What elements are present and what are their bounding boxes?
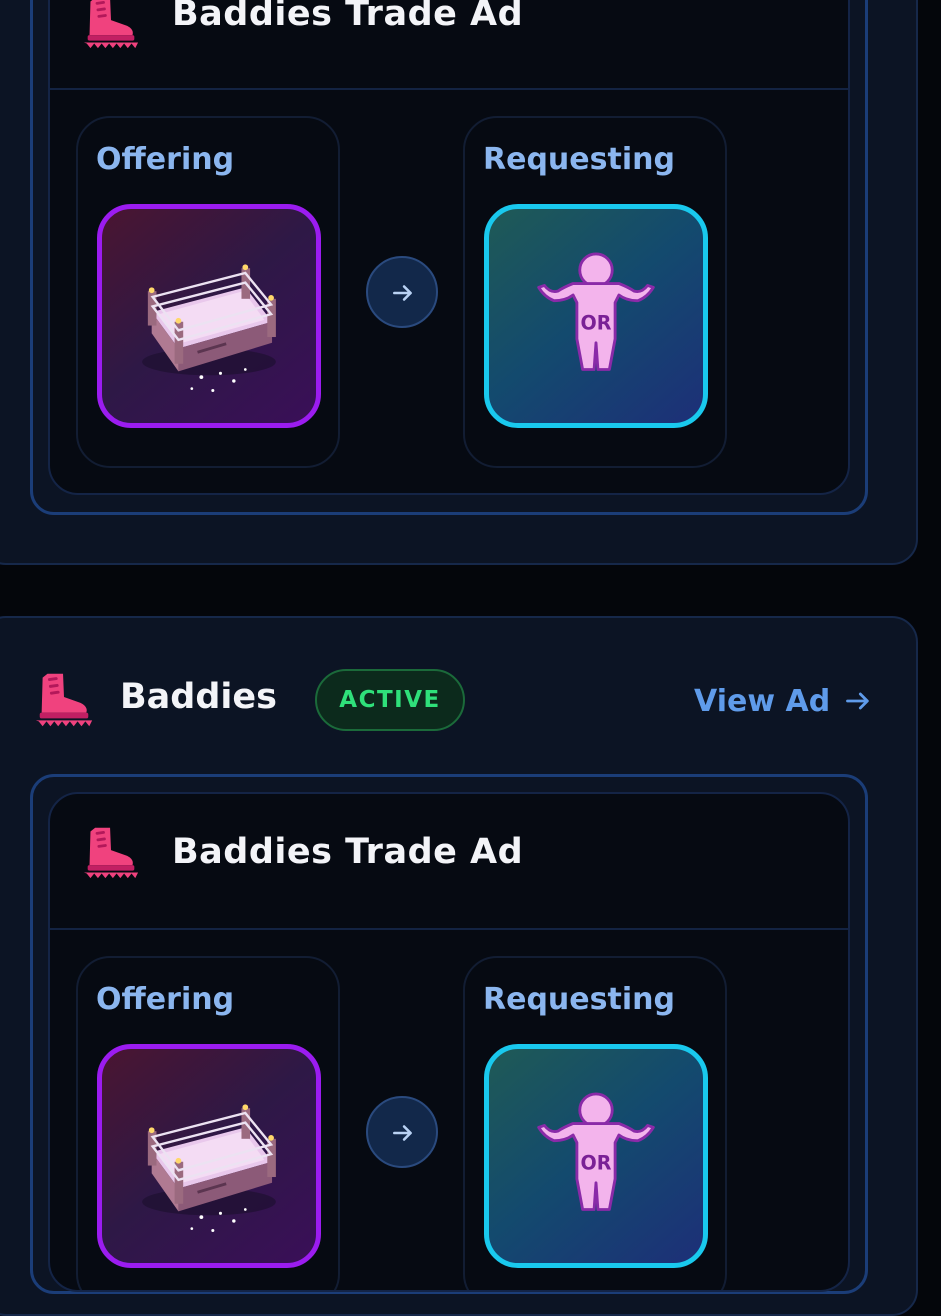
boot-icon: [78, 824, 144, 880]
game-name: Baddies: [120, 677, 277, 717]
requesting-item-tile[interactable]: OR: [484, 1044, 708, 1268]
view-ad-link[interactable]: View Ad: [694, 679, 872, 723]
or-figure-icon: OR: [489, 1049, 703, 1263]
trade-arrow-button: [366, 1096, 438, 1168]
offering-label: Offering: [96, 142, 235, 177]
offering-item-tile[interactable]: [97, 204, 321, 428]
requesting-label: Requesting: [483, 982, 675, 1017]
arrow-right-icon: [393, 285, 412, 301]
view-ad-label: View Ad: [694, 683, 831, 719]
divider: [50, 928, 848, 930]
boot-icon: [78, 0, 144, 50]
requesting-label: Requesting: [483, 142, 675, 177]
requesting-panel: Requesting OR: [463, 116, 727, 468]
arrow-right-icon: [393, 1125, 412, 1141]
offering-panel: Offering: [76, 116, 340, 468]
offering-label: Offering: [96, 982, 235, 1017]
trade-ad-title: Baddies Trade Ad: [172, 0, 524, 34]
requesting-panel: Requesting OR: [463, 956, 727, 1290]
trade-ad-panel[interactable]: Baddies Trade Ad Offering Requesting OR: [48, 792, 850, 1292]
requesting-item-tile[interactable]: OR: [484, 204, 708, 428]
boot-icon: [30, 668, 98, 730]
status-badge: ACTIVE: [315, 669, 465, 731]
wrestling-ring-icon: [102, 1049, 316, 1263]
or-figure-icon: OR: [489, 209, 703, 423]
offering-panel: Offering: [76, 956, 340, 1290]
trade-ad-title: Baddies Trade Ad: [172, 832, 524, 872]
arrow-right-icon: [846, 692, 869, 710]
or-text: OR: [581, 1151, 612, 1174]
trade-ad-panel[interactable]: Baddies Trade Ad Offering Requesting OR: [48, 0, 850, 495]
wrestling-ring-icon: [102, 209, 316, 423]
trade-arrow-button: [366, 256, 438, 328]
or-text: OR: [581, 311, 612, 334]
offering-item-tile[interactable]: [97, 1044, 321, 1268]
divider: [50, 88, 848, 90]
